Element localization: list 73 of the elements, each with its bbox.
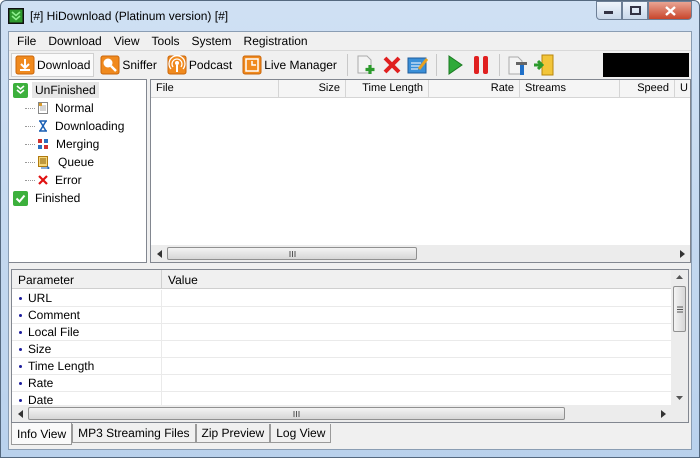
scroll-left-icon[interactable] [156,250,162,258]
window-title: [#] HiDownload (Platinum version) [#] [30,9,228,23]
tree-item[interactable]: Queue [58,155,94,169]
clock-icon [242,55,262,75]
bullet-icon [19,348,22,350]
parameter-name: URL [28,291,52,305]
parameter-name: Size [28,342,52,356]
menu-item[interactable]: Tools [146,34,186,48]
vertical-scrollbar[interactable] [671,270,688,405]
list-icon [38,156,51,168]
toolbar-button[interactable]: Download [11,53,94,77]
column-header[interactable]: File [151,80,279,97]
tab[interactable]: Zip Preview [196,424,270,443]
hourglass-icon [38,120,48,132]
menu-item[interactable]: Registration [238,34,314,48]
column-header[interactable]: Parameter [12,270,162,288]
broadcast-icon [166,55,187,75]
horizontal-scrollbar[interactable] [151,245,690,262]
tab[interactable]: Log View [270,424,332,443]
column-header[interactable]: Time Length [346,80,429,97]
toolbar-button[interactable]: Sniffer [96,53,161,77]
grid-icon [38,138,49,150]
horizontal-scrollbar[interactable] [12,405,688,422]
document-icon [38,102,48,114]
maximize-icon [630,6,640,15]
scroll-right-icon[interactable] [680,250,684,258]
cross-icon [38,175,48,185]
download-icon [15,55,35,75]
maximize-button[interactable] [622,1,648,20]
checkmark-icon [13,190,28,206]
grip-icon [676,306,682,312]
grip-icon [293,410,300,416]
close-icon [664,6,676,16]
column-header[interactable]: Rate [429,80,520,97]
parameter-name: Comment [28,308,80,322]
parameter-name: Rate [28,376,54,390]
chevrons-down-icon [13,82,28,98]
toolbar-button[interactable]: Live Manager [238,53,341,77]
bullet-icon [19,330,22,334]
column-header[interactable]: Value [162,270,671,288]
parameter-name: Date [28,393,54,405]
tree-item[interactable]: Error [55,173,82,187]
menu-item[interactable]: File [11,34,42,48]
bullet-icon [19,296,22,300]
close-button[interactable] [648,1,692,20]
column-header[interactable]: Streams [520,80,620,97]
tab[interactable]: Info View [11,423,72,445]
menu-item[interactable]: System [186,34,238,48]
parameter-name: Time Length [28,359,94,373]
tab[interactable]: MP3 Streaming Files [72,424,196,443]
tree-item[interactable]: Normal [55,101,94,115]
bullet-icon [19,382,22,384]
bullet-icon [19,364,22,368]
toolbar-button[interactable]: Podcast [162,53,236,77]
tree-item[interactable]: UnFinished [32,82,99,98]
tree-item[interactable]: Merging [56,137,100,151]
menu-item[interactable]: Download [42,34,108,48]
column-header[interactable]: Speed [620,80,675,97]
scroll-left-icon[interactable] [18,410,22,418]
scroll-right-icon[interactable] [660,410,666,418]
bullet-icon [19,314,22,316]
parameter-name: Local File [28,325,80,339]
column-header[interactable]: U [675,80,690,97]
minimize-button[interactable] [596,1,622,20]
app-icon [8,8,24,24]
bullet-icon [19,398,22,402]
menu-item[interactable]: View [108,34,146,48]
grip-icon [288,250,296,256]
tree-item[interactable]: Downloading [55,119,124,133]
exit-icon[interactable] [532,53,556,77]
column-header[interactable]: Size [279,80,346,97]
magnifier-icon [100,55,120,75]
tree-item[interactable]: Finished [32,190,84,206]
